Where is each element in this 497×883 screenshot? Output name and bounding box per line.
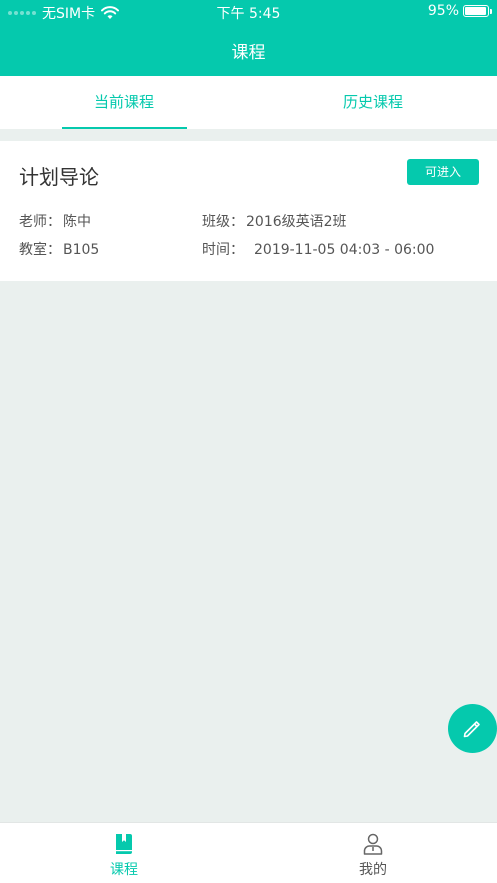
tab-current-courses[interactable]: 当前课程 (0, 76, 248, 129)
class-value: 2016级英语2班 (246, 214, 347, 230)
book-icon (116, 834, 132, 854)
course-class: 班级： 2016级英语2班 (202, 211, 347, 231)
course-time: 时间： 2019-11-05 04:03 - 06:00 (202, 239, 434, 259)
edit-fab-button[interactable] (448, 704, 497, 753)
room-value: B105 (63, 242, 100, 258)
tabbar-label-mine: 我的 (359, 862, 387, 878)
pencil-icon (463, 721, 480, 738)
status-time: 下午 5:45 (216, 6, 281, 22)
course-name: 计划导论 (19, 165, 99, 189)
tabbar-label-courses: 课程 (110, 862, 138, 878)
status-right: 95% (427, 3, 492, 19)
battery-icon (463, 5, 492, 17)
tab-bar-top: 当前课程 历史课程 (0, 76, 497, 129)
enter-course-button[interactable]: 可进入 (407, 159, 479, 185)
teacher-label: 老师： (19, 214, 61, 230)
class-label: 班级： (202, 214, 244, 230)
teacher-value: 陈中 (63, 214, 91, 230)
room-label: 教室： (19, 242, 61, 258)
person-icon (363, 833, 383, 855)
time-label: 时间： (202, 242, 244, 258)
tabbar-item-courses[interactable]: 课程 (0, 823, 248, 883)
tabbar-item-mine[interactable]: 我的 (249, 823, 497, 883)
time-value: 2019-11-05 04:03 - 06:00 (254, 242, 435, 258)
course-room: 教室： B105 (19, 239, 99, 259)
tab-active-indicator (62, 127, 187, 129)
battery-percent: 95% (427, 3, 459, 19)
bottom-tab-bar: 课程 我的 (0, 822, 497, 883)
status-bar: 无SIM卡 下午 5:45 95% (0, 0, 497, 24)
tab-history-courses[interactable]: 历史课程 (249, 76, 497, 129)
header-bar: 无SIM卡 下午 5:45 95% 课程 (0, 0, 497, 76)
course-teacher: 老师： 陈中 (19, 211, 91, 231)
course-card[interactable]: 计划导论 可进入 老师： 陈中 班级： 2016级英语2班 教室： B105 时间： 2… (0, 141, 497, 281)
page-title: 课程 (231, 43, 266, 63)
